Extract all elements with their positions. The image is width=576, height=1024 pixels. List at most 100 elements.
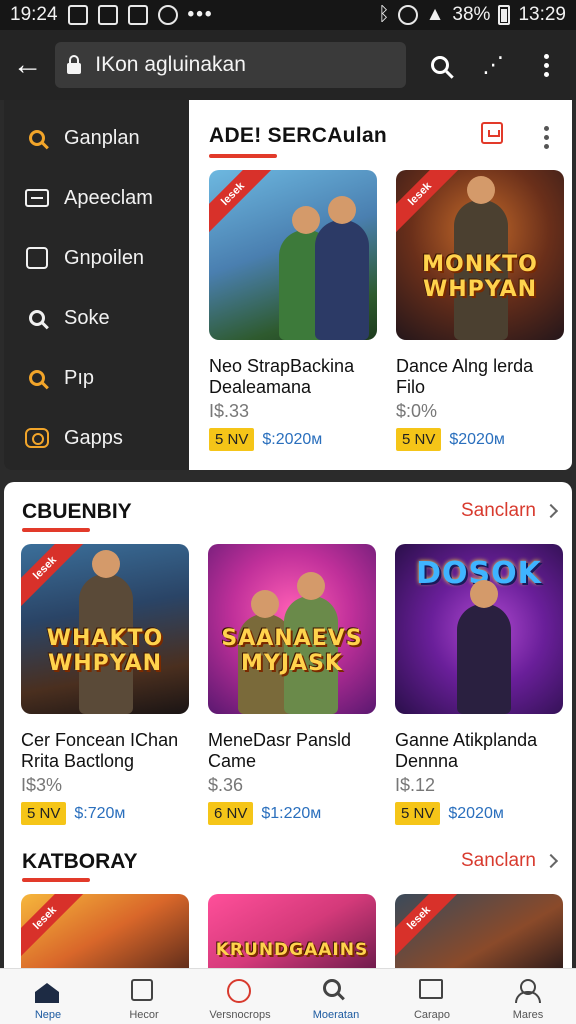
rating-badge: 5 NV — [21, 802, 67, 825]
game-thumbnail: DOSOK — [395, 544, 563, 714]
section-title: ADE! SERCAulan — [209, 124, 388, 147]
game-thumbnail: lesek MONKTO WHPYAN — [396, 170, 564, 340]
bluetooth-icon: ᛒ — [378, 4, 390, 25]
game-art-title: WHAKTO WHPYAN — [46, 626, 164, 676]
game-thumbnail: lesek — [395, 894, 563, 974]
edit-icon — [97, 5, 118, 25]
ribbon-label: lesek — [21, 544, 88, 611]
nav-label: Nepe — [34, 1009, 62, 1021]
drawer-item-label: Gapps — [64, 426, 123, 449]
character-art — [315, 196, 369, 340]
overflow-menu-button[interactable] — [527, 45, 566, 85]
back-arrow-icon[interactable]: ← — [10, 45, 45, 85]
drawer-item-label: Pıp — [64, 366, 95, 389]
rating-badge: 5 NV — [395, 802, 441, 825]
game-name: Neo StrapBackina Dealeamana — [209, 356, 355, 397]
game-card[interactable]: lesek MONKTO WHPYAN Dance Alng lerda Fil… — [396, 170, 566, 451]
drawer-item-gapps[interactable]: Gapps — [4, 408, 189, 468]
section-title-underline — [209, 154, 277, 158]
nav-label: Carapo — [413, 1009, 451, 1021]
bottom-navigation: Nepe Hecor Versnocrops Moeratan Carapo M… — [0, 968, 576, 1024]
search-icon — [29, 310, 45, 326]
ribbon-label: lesek — [396, 170, 463, 237]
game-card[interactable]: DOSOK Ganne Atikplanda Dennna I$.12 5 NV… — [395, 544, 565, 825]
url-text: IKon agluinakan — [95, 53, 246, 76]
store-icon — [419, 979, 443, 999]
signal-icon: ▲ — [425, 4, 445, 25]
nav-item-versnocrops[interactable]: Versnocrops — [192, 969, 288, 1024]
search-button[interactable] — [420, 45, 459, 85]
chevron-right-icon — [543, 853, 559, 869]
gamepad-icon — [25, 428, 49, 448]
rating-badge: 5 NV — [209, 428, 255, 451]
meta-price: $:720ᴍ — [74, 804, 126, 822]
drawer-item-apeeclam[interactable]: Apeeclam — [4, 168, 189, 228]
meta-price: $2020ᴍ — [449, 430, 505, 448]
nav-item-carapo[interactable]: Carapo — [384, 969, 480, 1024]
game-thumbnail: lesek WHAKTO WHPYAN — [21, 544, 189, 714]
see-all-link[interactable]: Sanclarn — [461, 500, 559, 522]
game-name: Dance Alng lerda Filo — [396, 356, 534, 397]
nav-item-mares[interactable]: Mares — [480, 969, 576, 1024]
rating-badge: 5 NV — [396, 428, 442, 451]
game-card[interactable]: lesek — [395, 894, 565, 974]
drawer-item-label: Gnpoilen — [64, 246, 145, 269]
url-bar[interactable]: IKon agluinakan — [55, 42, 407, 88]
game-price: I$.12 — [395, 775, 436, 795]
nav-label: Mares — [512, 1009, 544, 1021]
character-art — [457, 580, 511, 714]
drawer-item-soke[interactable]: Soke — [4, 288, 189, 348]
section-panel: CBUENBIY Sanclarn lesek WHAKTO WHPYAN Ce… — [4, 482, 572, 1024]
meta-price: $:2020ᴍ — [262, 430, 323, 448]
section-title: CBUENBIY — [22, 500, 132, 523]
battery-icon — [498, 5, 511, 25]
game-art-title: KRUNDGAAINS — [215, 940, 369, 960]
share-button[interactable]: ⋰ — [474, 45, 513, 85]
game-name: Ganne Atikplanda Dennna — [395, 730, 538, 771]
nav-item-moeratan[interactable]: Moeratan — [288, 969, 384, 1024]
status-bar: 19:24 ••• ᛒ ▲ 38% 13:29 — [0, 0, 576, 30]
photo-icon — [127, 5, 148, 25]
game-thumbnail: lesek — [209, 170, 377, 340]
game-card[interactable]: lesek — [21, 894, 191, 974]
status-time-left: 19:24 — [10, 4, 58, 25]
kebab-menu-icon — [543, 53, 549, 77]
bag-icon — [131, 979, 153, 1001]
meta-price: $1:220ᴍ — [261, 804, 322, 822]
kebab-menu-icon[interactable] — [544, 126, 549, 149]
user-icon — [515, 979, 541, 1003]
game-card[interactable]: lesek WHAKTO WHPYAN Cer Foncean IChan Rr… — [21, 544, 191, 825]
game-card[interactable]: SAANAEVS MYJASK MeneDasr Pansld Came $.3… — [208, 544, 378, 825]
drawer-item-pip[interactable]: Pıp — [4, 348, 189, 408]
app-bar: ← IKon agluinakan ⋰ — [0, 30, 576, 100]
game-art-title: SAANAEVS MYJASK — [221, 626, 363, 676]
home-icon — [35, 983, 59, 1003]
ribbon-label: lesek — [21, 894, 88, 961]
share-icon: ⋰ — [482, 52, 505, 77]
ribbon-label: lesek — [209, 170, 276, 237]
nav-item-home[interactable]: Nepe — [0, 969, 96, 1024]
store-icon[interactable] — [481, 122, 503, 144]
game-card[interactable]: lesek Neo StrapBackina Dealeamana I$.33 … — [209, 170, 379, 451]
battery-text: 38% — [452, 4, 491, 25]
drawer-item-label: Soke — [64, 306, 110, 329]
monitor-icon — [25, 189, 49, 207]
search-icon — [29, 130, 45, 146]
status-time-right: 13:29 — [518, 4, 566, 25]
search-icon — [323, 979, 341, 997]
gamepad-icon — [227, 979, 251, 1003]
more-notifications-icon: ••• — [187, 4, 214, 25]
bag-icon — [26, 247, 48, 269]
see-all-link[interactable]: Sanclarn — [461, 850, 559, 872]
game-thumbnail: KRUNDGAAINS — [208, 894, 376, 974]
drawer-item-ganplan[interactable]: Ganplan — [4, 108, 189, 168]
chevron-right-icon — [543, 503, 559, 519]
nav-label: Moeratan — [312, 1009, 360, 1021]
meta-price: $2020ᴍ — [448, 804, 504, 822]
drawer-item-label: Apeeclam — [64, 186, 153, 209]
game-card[interactable]: KRUNDGAAINS — [208, 894, 378, 974]
drawer-item-gnpoilen[interactable]: Gnpoilen — [4, 228, 189, 288]
nav-item-hecor[interactable]: Hecor — [96, 969, 192, 1024]
game-thumbnail: lesek — [21, 894, 189, 974]
game-price: $:0% — [396, 401, 438, 421]
